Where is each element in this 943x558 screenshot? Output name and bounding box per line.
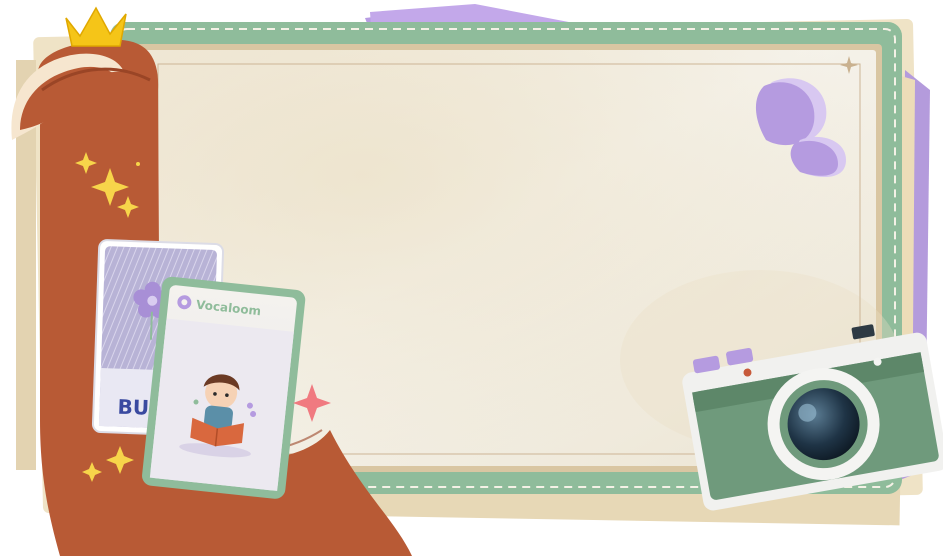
back-card-text: BU — [117, 395, 149, 420]
decorative-frame-scene: BU Vocaloom — [11, 4, 943, 556]
crown-icon — [65, 6, 127, 47]
front-card: Vocaloom — [142, 276, 306, 499]
